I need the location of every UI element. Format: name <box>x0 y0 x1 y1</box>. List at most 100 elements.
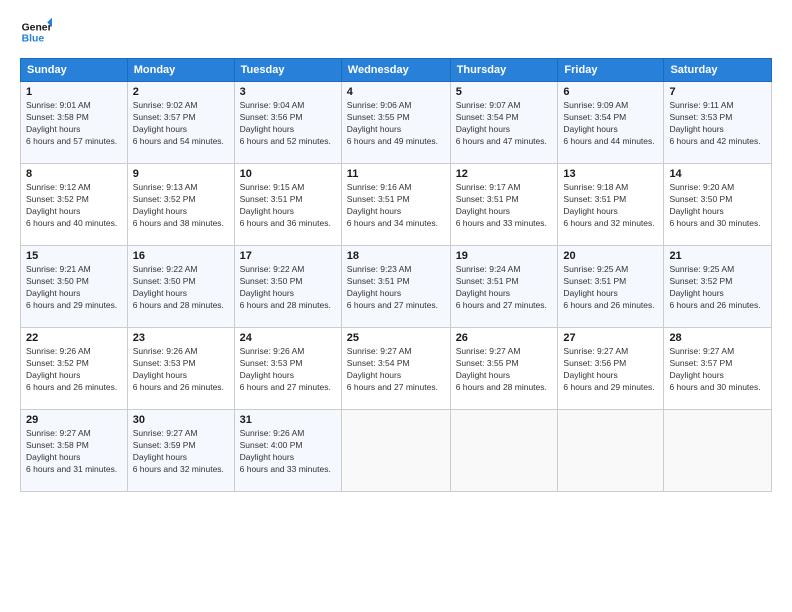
day-detail: Sunrise: 9:25 AM Sunset: 3:51 PM Dayligh… <box>563 264 658 312</box>
day-number: 21 <box>669 250 766 262</box>
calendar-cell: 7 Sunrise: 9:11 AM Sunset: 3:53 PM Dayli… <box>664 82 772 164</box>
day-number: 23 <box>133 332 229 344</box>
day-detail: Sunrise: 9:16 AM Sunset: 3:51 PM Dayligh… <box>347 182 445 230</box>
day-number: 5 <box>456 86 553 98</box>
day-number: 2 <box>133 86 229 98</box>
calendar-page: General Blue SundayMondayTuesdayWednesda… <box>0 0 792 612</box>
calendar-table: SundayMondayTuesdayWednesdayThursdayFrid… <box>20 58 772 492</box>
day-detail: Sunrise: 9:26 AM Sunset: 3:52 PM Dayligh… <box>26 346 122 394</box>
day-detail: Sunrise: 9:26 AM Sunset: 3:53 PM Dayligh… <box>133 346 229 394</box>
calendar-cell: 23 Sunrise: 9:26 AM Sunset: 3:53 PM Dayl… <box>127 328 234 410</box>
day-detail: Sunrise: 9:26 AM Sunset: 4:00 PM Dayligh… <box>240 428 336 476</box>
calendar-cell: 10 Sunrise: 9:15 AM Sunset: 3:51 PM Dayl… <box>234 164 341 246</box>
day-number: 31 <box>240 414 336 426</box>
day-detail: Sunrise: 9:27 AM Sunset: 3:54 PM Dayligh… <box>347 346 445 394</box>
day-detail: Sunrise: 9:25 AM Sunset: 3:52 PM Dayligh… <box>669 264 766 312</box>
calendar-week-row: 1 Sunrise: 9:01 AM Sunset: 3:58 PM Dayli… <box>21 82 772 164</box>
day-detail: Sunrise: 9:27 AM Sunset: 3:55 PM Dayligh… <box>456 346 553 394</box>
calendar-cell: 20 Sunrise: 9:25 AM Sunset: 3:51 PM Dayl… <box>558 246 664 328</box>
calendar-cell: 22 Sunrise: 9:26 AM Sunset: 3:52 PM Dayl… <box>21 328 128 410</box>
calendar-cell <box>341 410 450 492</box>
calendar-cell: 30 Sunrise: 9:27 AM Sunset: 3:59 PM Dayl… <box>127 410 234 492</box>
calendar-cell: 21 Sunrise: 9:25 AM Sunset: 3:52 PM Dayl… <box>664 246 772 328</box>
calendar-cell <box>450 410 558 492</box>
day-detail: Sunrise: 9:27 AM Sunset: 3:56 PM Dayligh… <box>563 346 658 394</box>
calendar-cell: 1 Sunrise: 9:01 AM Sunset: 3:58 PM Dayli… <box>21 82 128 164</box>
day-number: 7 <box>669 86 766 98</box>
day-number: 14 <box>669 168 766 180</box>
day-detail: Sunrise: 9:22 AM Sunset: 3:50 PM Dayligh… <box>133 264 229 312</box>
day-detail: Sunrise: 9:27 AM Sunset: 3:57 PM Dayligh… <box>669 346 766 394</box>
day-number: 28 <box>669 332 766 344</box>
calendar-cell: 8 Sunrise: 9:12 AM Sunset: 3:52 PM Dayli… <box>21 164 128 246</box>
calendar-cell: 26 Sunrise: 9:27 AM Sunset: 3:55 PM Dayl… <box>450 328 558 410</box>
day-detail: Sunrise: 9:21 AM Sunset: 3:50 PM Dayligh… <box>26 264 122 312</box>
logo-icon: General Blue <box>20 16 52 48</box>
day-detail: Sunrise: 9:04 AM Sunset: 3:56 PM Dayligh… <box>240 100 336 148</box>
day-of-week-header: Wednesday <box>341 59 450 82</box>
day-number: 24 <box>240 332 336 344</box>
calendar-cell: 11 Sunrise: 9:16 AM Sunset: 3:51 PM Dayl… <box>341 164 450 246</box>
calendar-cell <box>558 410 664 492</box>
calendar-cell: 9 Sunrise: 9:13 AM Sunset: 3:52 PM Dayli… <box>127 164 234 246</box>
day-detail: Sunrise: 9:15 AM Sunset: 3:51 PM Dayligh… <box>240 182 336 230</box>
day-detail: Sunrise: 9:18 AM Sunset: 3:51 PM Dayligh… <box>563 182 658 230</box>
day-detail: Sunrise: 9:27 AM Sunset: 3:58 PM Dayligh… <box>26 428 122 476</box>
calendar-header-row: SundayMondayTuesdayWednesdayThursdayFrid… <box>21 59 772 82</box>
calendar-cell <box>664 410 772 492</box>
calendar-cell: 29 Sunrise: 9:27 AM Sunset: 3:58 PM Dayl… <box>21 410 128 492</box>
day-detail: Sunrise: 9:26 AM Sunset: 3:53 PM Dayligh… <box>240 346 336 394</box>
day-detail: Sunrise: 9:17 AM Sunset: 3:51 PM Dayligh… <box>456 182 553 230</box>
calendar-cell: 14 Sunrise: 9:20 AM Sunset: 3:50 PM Dayl… <box>664 164 772 246</box>
logo: General Blue <box>20 16 52 48</box>
day-detail: Sunrise: 9:20 AM Sunset: 3:50 PM Dayligh… <box>669 182 766 230</box>
day-number: 13 <box>563 168 658 180</box>
day-detail: Sunrise: 9:12 AM Sunset: 3:52 PM Dayligh… <box>26 182 122 230</box>
calendar-cell: 5 Sunrise: 9:07 AM Sunset: 3:54 PM Dayli… <box>450 82 558 164</box>
day-detail: Sunrise: 9:06 AM Sunset: 3:55 PM Dayligh… <box>347 100 445 148</box>
day-number: 12 <box>456 168 553 180</box>
calendar-week-row: 8 Sunrise: 9:12 AM Sunset: 3:52 PM Dayli… <box>21 164 772 246</box>
calendar-cell: 2 Sunrise: 9:02 AM Sunset: 3:57 PM Dayli… <box>127 82 234 164</box>
calendar-cell: 25 Sunrise: 9:27 AM Sunset: 3:54 PM Dayl… <box>341 328 450 410</box>
day-number: 18 <box>347 250 445 262</box>
day-detail: Sunrise: 9:02 AM Sunset: 3:57 PM Dayligh… <box>133 100 229 148</box>
day-number: 22 <box>26 332 122 344</box>
day-of-week-header: Friday <box>558 59 664 82</box>
calendar-cell: 28 Sunrise: 9:27 AM Sunset: 3:57 PM Dayl… <box>664 328 772 410</box>
day-of-week-header: Monday <box>127 59 234 82</box>
calendar-cell: 4 Sunrise: 9:06 AM Sunset: 3:55 PM Dayli… <box>341 82 450 164</box>
calendar-week-row: 15 Sunrise: 9:21 AM Sunset: 3:50 PM Dayl… <box>21 246 772 328</box>
day-detail: Sunrise: 9:01 AM Sunset: 3:58 PM Dayligh… <box>26 100 122 148</box>
day-of-week-header: Saturday <box>664 59 772 82</box>
calendar-cell: 31 Sunrise: 9:26 AM Sunset: 4:00 PM Dayl… <box>234 410 341 492</box>
day-number: 9 <box>133 168 229 180</box>
day-detail: Sunrise: 9:23 AM Sunset: 3:51 PM Dayligh… <box>347 264 445 312</box>
day-detail: Sunrise: 9:11 AM Sunset: 3:53 PM Dayligh… <box>669 100 766 148</box>
day-number: 29 <box>26 414 122 426</box>
day-number: 16 <box>133 250 229 262</box>
calendar-cell: 6 Sunrise: 9:09 AM Sunset: 3:54 PM Dayli… <box>558 82 664 164</box>
day-number: 8 <box>26 168 122 180</box>
calendar-cell: 16 Sunrise: 9:22 AM Sunset: 3:50 PM Dayl… <box>127 246 234 328</box>
day-detail: Sunrise: 9:07 AM Sunset: 3:54 PM Dayligh… <box>456 100 553 148</box>
day-detail: Sunrise: 9:27 AM Sunset: 3:59 PM Dayligh… <box>133 428 229 476</box>
day-number: 30 <box>133 414 229 426</box>
svg-text:General: General <box>22 22 52 33</box>
calendar-cell: 3 Sunrise: 9:04 AM Sunset: 3:56 PM Dayli… <box>234 82 341 164</box>
calendar-week-row: 29 Sunrise: 9:27 AM Sunset: 3:58 PM Dayl… <box>21 410 772 492</box>
day-number: 4 <box>347 86 445 98</box>
day-number: 27 <box>563 332 658 344</box>
calendar-week-row: 22 Sunrise: 9:26 AM Sunset: 3:52 PM Dayl… <box>21 328 772 410</box>
day-of-week-header: Thursday <box>450 59 558 82</box>
calendar-cell: 27 Sunrise: 9:27 AM Sunset: 3:56 PM Dayl… <box>558 328 664 410</box>
day-number: 15 <box>26 250 122 262</box>
calendar-cell: 18 Sunrise: 9:23 AM Sunset: 3:51 PM Dayl… <box>341 246 450 328</box>
day-number: 3 <box>240 86 336 98</box>
day-detail: Sunrise: 9:09 AM Sunset: 3:54 PM Dayligh… <box>563 100 658 148</box>
day-detail: Sunrise: 9:24 AM Sunset: 3:51 PM Dayligh… <box>456 264 553 312</box>
calendar-cell: 13 Sunrise: 9:18 AM Sunset: 3:51 PM Dayl… <box>558 164 664 246</box>
day-number: 1 <box>26 86 122 98</box>
day-number: 25 <box>347 332 445 344</box>
day-detail: Sunrise: 9:22 AM Sunset: 3:50 PM Dayligh… <box>240 264 336 312</box>
